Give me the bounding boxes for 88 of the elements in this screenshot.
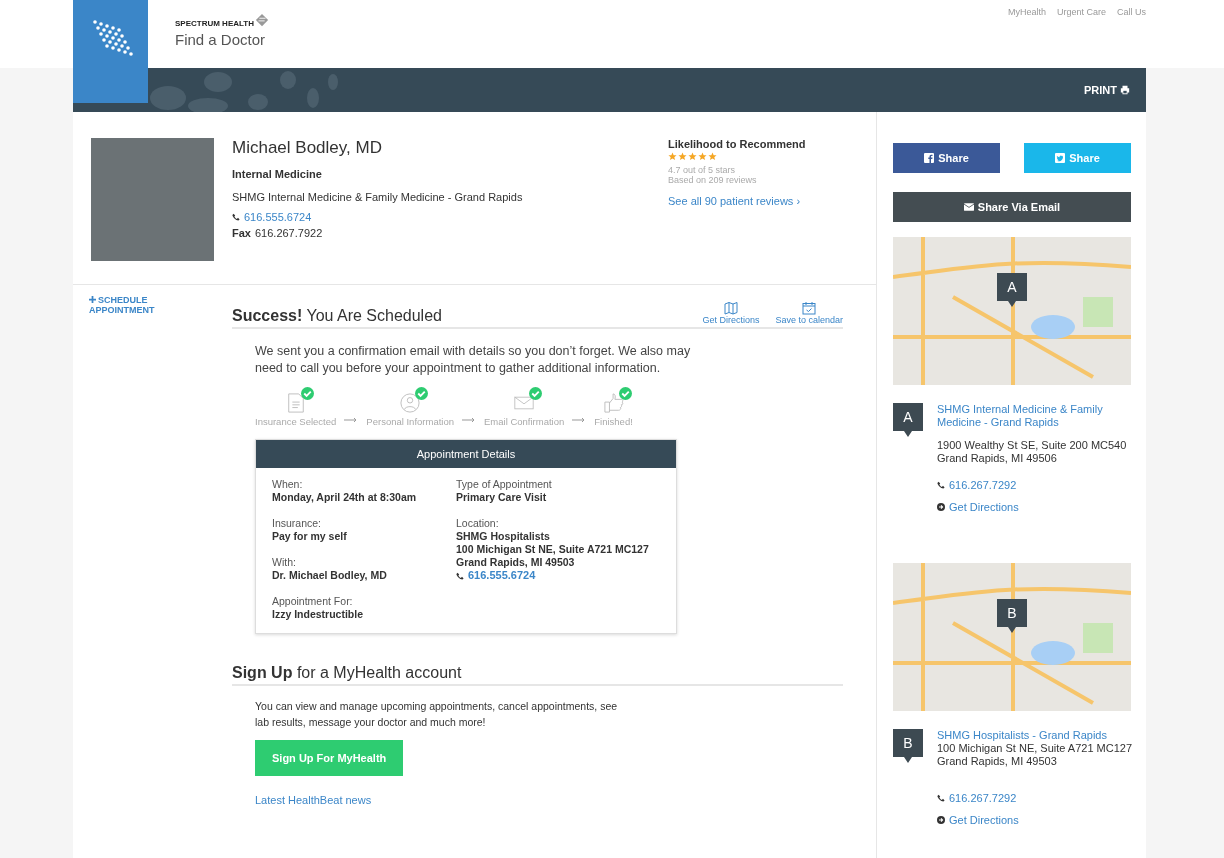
person-icon [400, 393, 421, 413]
star-icon [678, 152, 687, 161]
field-value: SHMG Hospitalists [456, 530, 550, 543]
top-nav-link[interactable]: Urgent Care [1056, 7, 1106, 68]
arrow-icon [572, 417, 587, 423]
confirmation-message: We sent you a confirmation email with details so you don’t forget. We also may need to call you before your appointment to gather additional information. [255, 343, 692, 377]
top-nav-link[interactable]: Call Us [1117, 7, 1146, 68]
field-value: Dr. Michael Bodley, MD [272, 569, 387, 582]
address-line: Grand Rapids, MI 49506 [937, 452, 1058, 465]
address-line: 100 Michigan St NE, Suite A721 MC127 [937, 742, 1133, 755]
location-name-link[interactable]: SHMG Hospitalists - Grand Rapids [937, 729, 1107, 742]
schedule-appointment-link[interactable]: SCHEDULE APPOINTMENT [89, 295, 179, 315]
card-header: Appointment Details [256, 440, 676, 468]
sign-up-button[interactable]: Sign Up For MyHealth [255, 740, 404, 776]
arrow-icon [462, 417, 476, 423]
map-marker[interactable]: B [997, 599, 1027, 635]
calendar-icon [802, 301, 817, 315]
brand-mark-icon [254, 12, 269, 28]
location-marker: A [893, 403, 923, 439]
get-directions-link[interactable]: Get Directions [702, 301, 760, 325]
plus-icon [89, 296, 96, 303]
success-heading: Success! You Are Scheduled [232, 307, 442, 325]
arrow-circle-icon [937, 816, 945, 824]
phone-icon [456, 571, 464, 580]
brand-name: SPECTRUM HEALTH [175, 19, 254, 28]
top-nav-link[interactable]: MyHealth [1007, 7, 1046, 68]
arrow-circle-icon [937, 503, 945, 511]
logo-icon[interactable] [73, 0, 148, 103]
email-share-button[interactable]: Share Via Email [893, 192, 1131, 222]
phone-link[interactable]: 616.267.7292 [949, 792, 1017, 804]
map-marker[interactable]: A [997, 273, 1027, 309]
page-subtitle: Find a Doctor [175, 31, 267, 48]
facebook-icon [924, 153, 935, 163]
star-icon [698, 152, 707, 161]
field-value: 100 Michigan St NE, Suite A721 MC127 [456, 543, 649, 556]
reviews-link[interactable]: See all 90 patient reviews › [668, 195, 801, 207]
map-icon [723, 301, 738, 315]
doctor-name: Michael Bodley, MD [232, 138, 382, 158]
twitter-icon [1055, 153, 1066, 163]
field-label: Appointment For: [272, 595, 353, 608]
envelope-icon [963, 202, 974, 212]
get-directions-link[interactable]: Get Directions [949, 501, 1019, 513]
field-label: Type of Appointment [456, 478, 552, 491]
phone-link[interactable]: 616.555.6724 [244, 211, 312, 223]
step-label: Finished! [594, 416, 633, 427]
address-line: 1900 Wealthy St SE, Suite 200 MC540 [937, 439, 1127, 452]
field-value: Grand Rapids, MI 49503 [456, 556, 575, 569]
specialty: Internal Medicine [232, 168, 322, 180]
address-line: Grand Rapids, MI 49503 [937, 755, 1058, 768]
rating-score: 4.7 out of 5 stars [668, 165, 736, 175]
signup-description: You can view and manage upcoming appointments, cancel appointments, see lab results, message your doctor and much more! [255, 699, 619, 730]
twitter-share-button[interactable]: Share [1024, 143, 1131, 173]
star-icon [708, 152, 717, 161]
thumbs-up-icon [603, 393, 624, 413]
field-value: Pay for my self [272, 530, 347, 543]
phone-icon [937, 794, 945, 802]
field-value: Primary Care Visit [456, 491, 547, 504]
star-icon [668, 152, 677, 161]
get-directions-link[interactable]: Get Directions [949, 814, 1019, 826]
document-icon [285, 393, 306, 413]
field-value: Izzy Indestructible [272, 608, 364, 621]
field-label: Location: [456, 517, 499, 530]
printer-icon [1120, 85, 1130, 95]
rating-title: Likelihood to Recommend [668, 138, 806, 150]
fax-label: Fax [232, 227, 251, 239]
news-link[interactable]: Latest HealthBeat news [255, 794, 372, 806]
fax-number: 616.267.7922 [254, 227, 323, 239]
location-name-link[interactable]: SHMG Internal Medicine & Family Medicine - Grand Rapids [937, 403, 1131, 429]
field-value: Monday, April 24th at 8:30am [272, 491, 417, 504]
signup-heading: Sign Up for a MyHealth account [232, 664, 843, 686]
review-count: Based on 209 reviews [668, 175, 757, 185]
star-icon [688, 152, 697, 161]
phone-icon [232, 213, 240, 221]
arrow-icon [344, 417, 359, 423]
save-to-calendar-link[interactable]: Save to calendar [775, 301, 843, 325]
practice-name: SHMG Internal Medicine & Family Medicine - Grand Rapids [232, 191, 523, 203]
step-label: Insurance Selected [255, 416, 337, 427]
facebook-share-button[interactable]: Share [893, 143, 1000, 173]
location-marker: B [893, 729, 923, 765]
field-label: With: [272, 556, 296, 569]
step-label: Personal Information [366, 416, 454, 427]
phone-link[interactable]: 616.555.6724 [468, 569, 536, 582]
phone-icon [937, 481, 945, 489]
field-label: When: [272, 478, 303, 491]
print-button[interactable]: PRINT [1082, 82, 1132, 98]
step-label: Email Confirmation [484, 416, 565, 427]
phone-link[interactable]: 616.267.7292 [949, 479, 1017, 491]
field-label: Insurance: [272, 517, 322, 530]
